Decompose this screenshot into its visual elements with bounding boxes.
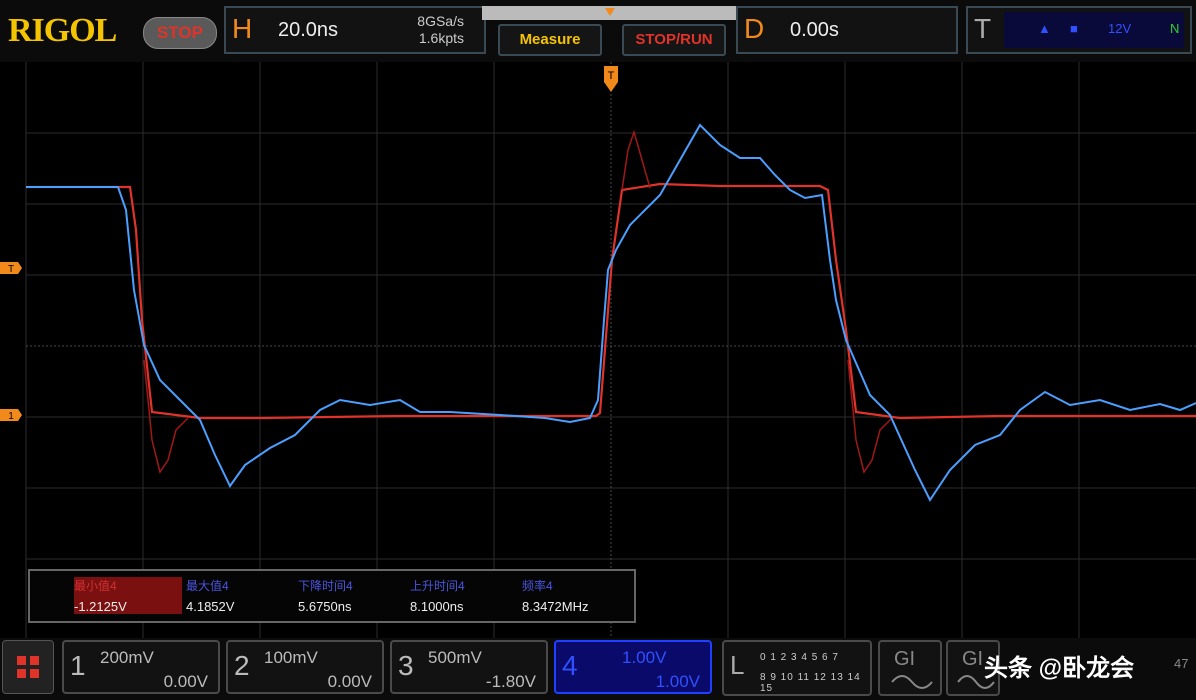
measurement-fall-time[interactable]: 下降时间4 5.6750ns	[298, 577, 406, 614]
sample-rate: 8GSa/s	[417, 13, 464, 29]
digital-channels-row-2: 8 9 10 11 12 13 14 15	[760, 672, 861, 694]
watermark-suffix: 47	[1174, 656, 1189, 671]
channel-4-source-icon: ■	[1070, 21, 1078, 36]
memory-depth: 1.6kpts	[418, 30, 464, 46]
left-markers	[0, 262, 22, 421]
trigger-level-marker: T	[8, 264, 14, 275]
logic-analyzer-settings[interactable]: L 0 1 2 3 4 5 6 7 8 9 10 11 12 13 14 15	[722, 640, 872, 696]
horizontal-key: H	[232, 13, 253, 44]
rigol-logo: RIGOL	[8, 12, 117, 49]
rising-edge-icon: ▲	[1038, 21, 1051, 36]
channel-3-settings[interactable]: 3 500mV -1.80V	[390, 640, 548, 694]
trigger-level: 12V	[1108, 21, 1132, 36]
stop-run-button[interactable]: STOP/RUN	[622, 24, 726, 56]
timebase-value: 20.0ns	[278, 19, 339, 41]
sample-info: 8GSa/s 1.6kpts	[417, 13, 464, 47]
channel-4-settings[interactable]: 4 1.00V 1.00V	[554, 640, 712, 694]
trigger-settings[interactable]: T ▲ ■ 12V N	[966, 6, 1192, 54]
trigger-position-label: T	[608, 70, 615, 82]
trigger-mode: N	[1170, 21, 1180, 36]
top-status-bar: RIGOL STOP H 20.0ns 8GSa/s 1.6kpts Measu…	[0, 0, 1196, 62]
waveform-display: T 1 T	[0, 62, 1196, 638]
measurement-max[interactable]: 最大值4 4.1852V	[186, 577, 294, 614]
trigger-position-marker	[605, 8, 615, 16]
measurement-min[interactable]: 最小值4 -1.2125V	[74, 577, 182, 614]
channel-1-settings[interactable]: 1 200mV 0.00V	[62, 640, 220, 694]
measurement-rise-time[interactable]: 上升时间4 8.1000ns	[410, 577, 518, 614]
run-state-indicator[interactable]: STOP	[143, 17, 217, 49]
channel-1-trace-dark-ringing	[143, 129, 893, 474]
trigger-detail: ▲ ■ 12V N	[1004, 12, 1184, 48]
menu-button[interactable]	[2, 640, 54, 694]
trigger-key: T	[974, 13, 992, 44]
measurement-panel: 最小值4 -1.2125V 最大值4 4.1852V 下降时间4 5.6750n…	[28, 569, 636, 623]
delay-settings[interactable]: D 0.00s	[736, 6, 958, 54]
delay-key: D	[744, 13, 765, 44]
horizontal-settings[interactable]: H 20.0ns 8GSa/s 1.6kpts	[224, 6, 486, 54]
center-axes	[26, 62, 1196, 638]
measurement-frequency[interactable]: 频率4 8.3472MHz	[522, 577, 630, 614]
delay-value: 0.00s	[790, 19, 839, 41]
channel-2-settings[interactable]: 2 100mV 0.00V	[226, 640, 384, 694]
sine-wave-icon	[891, 675, 933, 689]
generator-1-button[interactable]: GI	[878, 640, 942, 696]
digital-channels-row-1: 0 1 2 3 4 5 6 7	[760, 652, 839, 663]
channel-1-marker: 1	[8, 411, 14, 422]
measure-button[interactable]: Measure	[498, 24, 602, 56]
watermark: 头条 @卧龙会	[984, 655, 1135, 682]
